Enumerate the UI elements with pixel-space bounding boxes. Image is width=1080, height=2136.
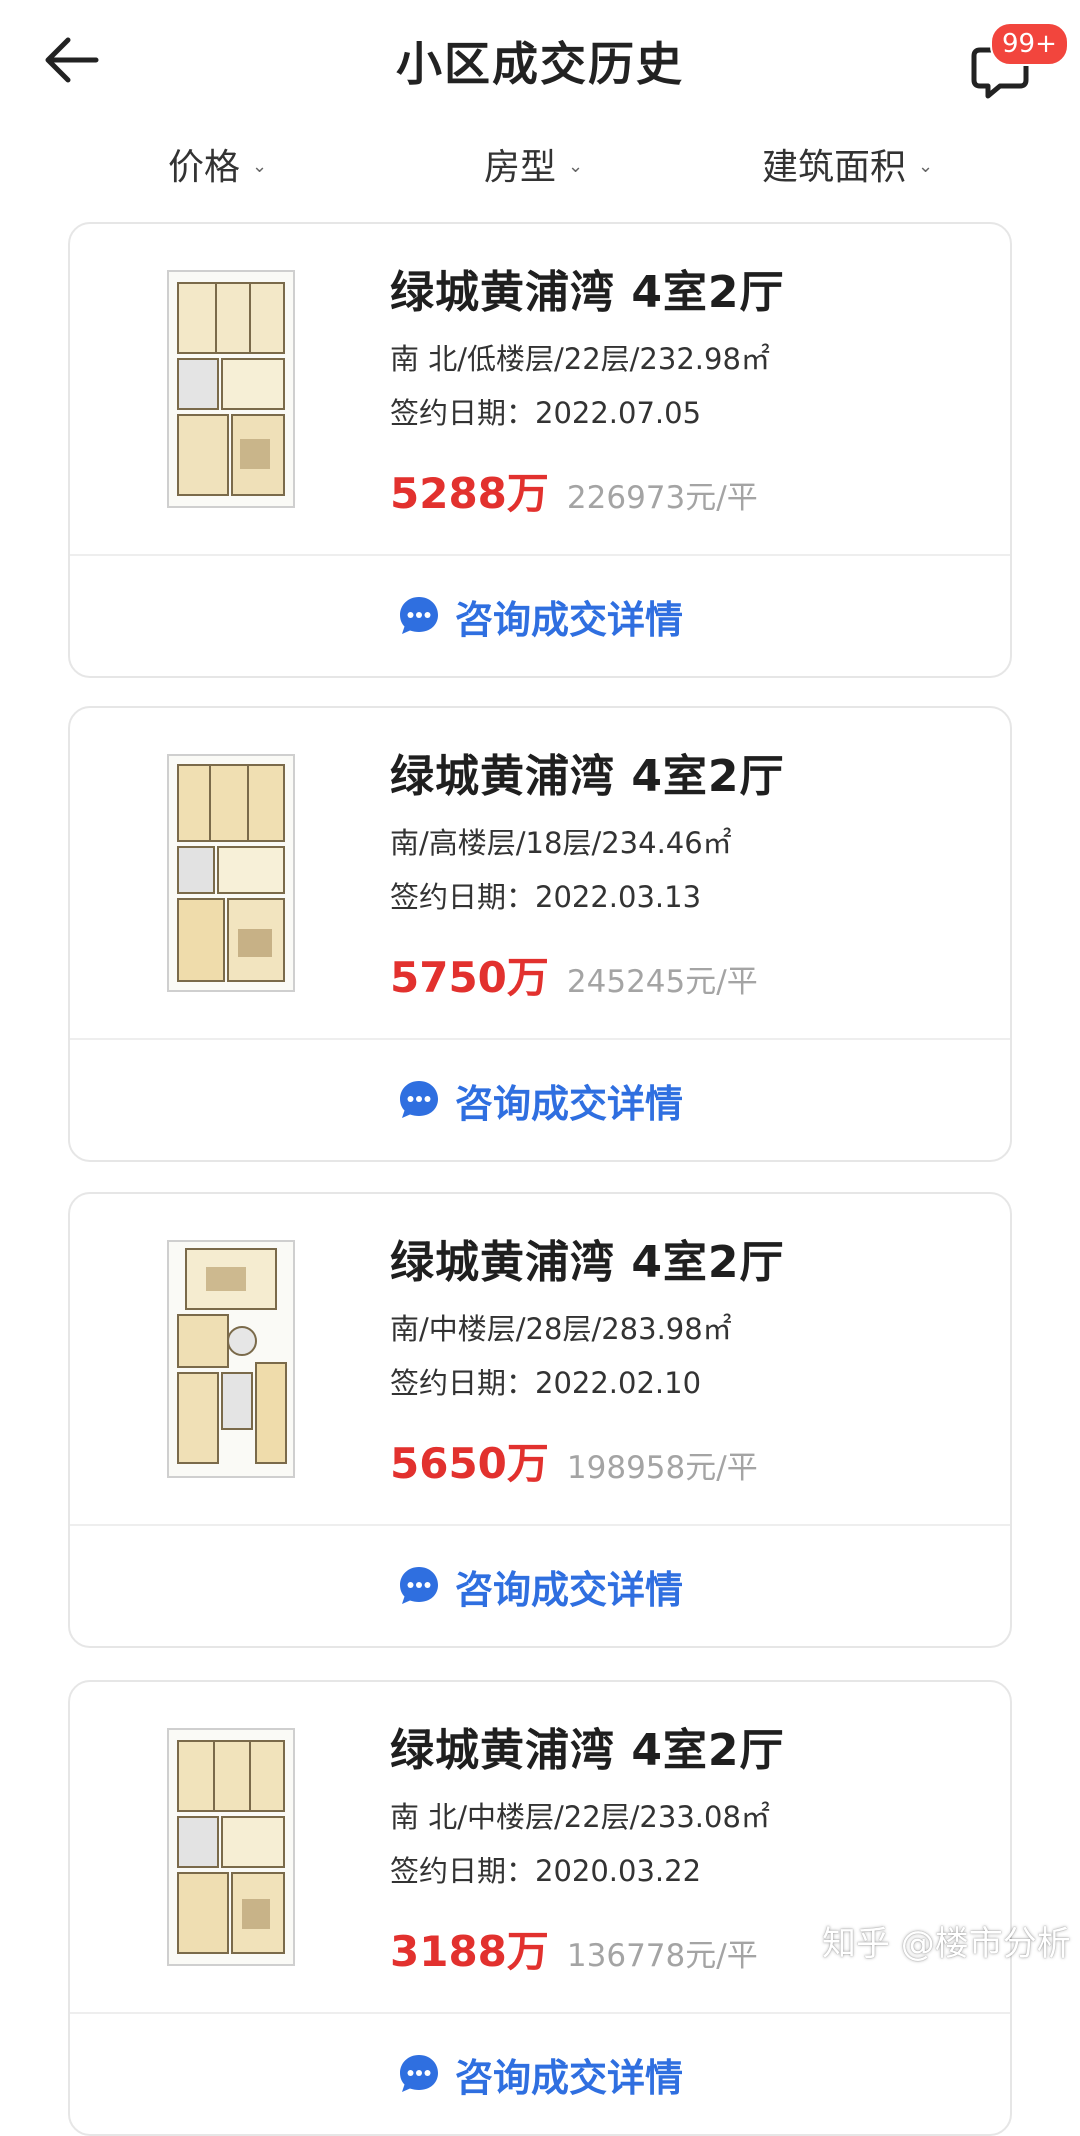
consult-button[interactable]: 咨询成交详情 <box>70 2014 1010 2134</box>
floor-plan-image <box>167 1728 295 1966</box>
filter-label: 建筑面积 <box>762 147 907 188</box>
filter-bar: 价格 ⌄ 房型 ⌄ 建筑面积 ⌄ <box>0 130 1080 210</box>
listing-card[interactable]: 绿城黄浦湾 4室2厅 南/高楼层/18层/234.46㎡ 签约日期：2022.0… <box>68 706 1012 1162</box>
sign-date: 签约日期：2022.02.10 <box>390 1366 702 1400</box>
chevron-down-icon: ⌄ <box>568 155 584 177</box>
page-title: 小区成交历史 <box>396 37 684 91</box>
unit-price: 136778元/平 <box>566 1938 758 1974</box>
sign-date: 签约日期：2020.03.22 <box>390 1854 702 1888</box>
filter-price[interactable]: 价格 ⌄ <box>168 138 267 190</box>
total-price: 3188万 <box>390 1927 549 1976</box>
unit-price: 226973元/平 <box>566 480 758 516</box>
floor-plan-image <box>167 754 295 992</box>
floor-plan-image <box>167 270 295 508</box>
total-price: 5288万 <box>390 469 549 518</box>
filter-label: 价格 <box>168 147 241 188</box>
chevron-down-icon: ⌄ <box>918 155 934 177</box>
consult-button[interactable]: 咨询成交详情 <box>70 1040 1010 1160</box>
top-bar: 小区成交历史 99+ <box>0 0 1080 120</box>
chat-dots-icon <box>399 1081 438 1118</box>
listing-meta: 南 北/低楼层/22层/232.98㎡ <box>390 342 770 376</box>
listing-title: 绿城黄浦湾 4室2厅 <box>390 1725 785 1776</box>
total-price: 5750万 <box>390 953 549 1002</box>
total-price: 5650万 <box>390 1439 549 1488</box>
listing-card[interactable]: 绿城黄浦湾 4室2厅 南/中楼层/28层/283.98㎡ 签约日期：2022.0… <box>68 1192 1012 1648</box>
sign-date: 签约日期：2022.03.13 <box>390 880 702 914</box>
consult-label: 咨询成交详情 <box>454 597 683 642</box>
listing-meta: 南/中楼层/28层/283.98㎡ <box>390 1312 732 1346</box>
messages-button[interactable]: 99+ <box>968 22 1069 99</box>
listing-meta: 南 北/中楼层/22层/233.08㎡ <box>390 1800 770 1834</box>
listing-card[interactable]: 绿城黄浦湾 4室2厅 南 北/低楼层/22层/232.98㎡ 签约日期：2022… <box>68 222 1012 678</box>
consult-label: 咨询成交详情 <box>454 2055 683 2100</box>
filter-layout[interactable]: 房型 ⌄ <box>484 138 583 190</box>
chat-dots-icon <box>399 597 438 634</box>
unit-price: 198958元/平 <box>566 1450 758 1486</box>
listing-meta: 南/高楼层/18层/234.46㎡ <box>390 826 732 860</box>
listing-card[interactable]: 绿城黄浦湾 4室2厅 南 北/中楼层/22层/233.08㎡ 签约日期：2020… <box>68 1680 1012 2136</box>
chevron-down-icon: ⌄ <box>252 155 268 177</box>
filter-label: 房型 <box>484 147 557 188</box>
floor-plan-image <box>167 1240 295 1478</box>
watermark: 知乎 @楼市分析 <box>822 1924 1071 1964</box>
unit-price: 245245元/平 <box>566 964 758 1000</box>
sign-date: 签约日期：2022.07.05 <box>390 396 702 430</box>
listing-title: 绿城黄浦湾 4室2厅 <box>390 751 785 802</box>
filter-area[interactable]: 建筑面积 ⌄ <box>762 138 933 190</box>
listing-title: 绿城黄浦湾 4室2厅 <box>390 267 785 318</box>
consult-button[interactable]: 咨询成交详情 <box>70 556 1010 676</box>
chat-dots-icon <box>399 1567 438 1604</box>
unread-badge: 99+ <box>990 22 1069 66</box>
chat-dots-icon <box>399 2055 438 2092</box>
consult-button[interactable]: 咨询成交详情 <box>70 1526 1010 1646</box>
consult-label: 咨询成交详情 <box>454 1567 683 1612</box>
listing-title: 绿城黄浦湾 4室2厅 <box>390 1237 785 1288</box>
consult-label: 咨询成交详情 <box>454 1081 683 1126</box>
